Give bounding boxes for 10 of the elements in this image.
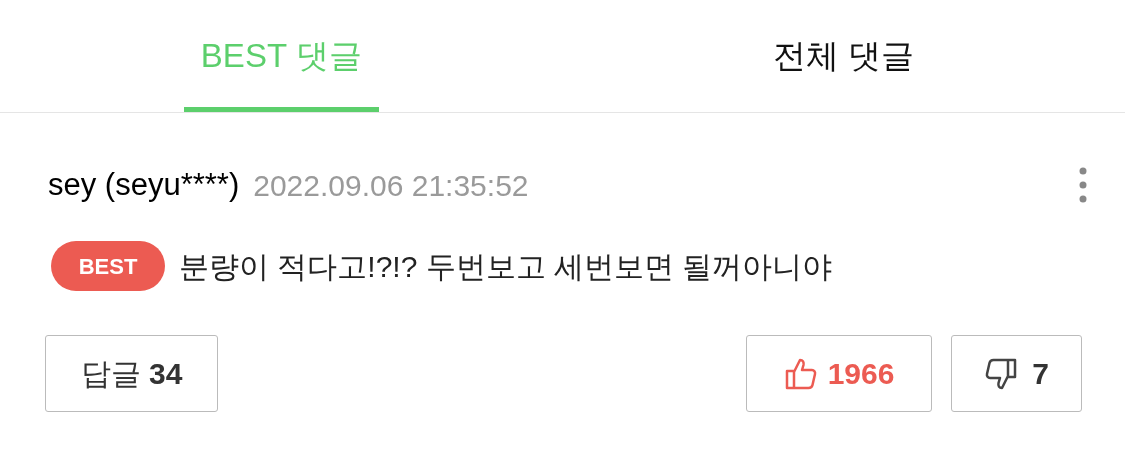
thumbs-up-icon xyxy=(783,356,818,391)
best-badge: BEST xyxy=(51,241,165,291)
more-icon[interactable] xyxy=(1079,167,1087,203)
comment-text: 분량이 적다고!?!? 두번보고 세번보면 될꺼아니야 xyxy=(179,248,833,285)
tab[interactable]: 전체 댓글 xyxy=(562,0,1125,112)
timestamp: 2022.09.06 21:35:52 xyxy=(253,167,529,204)
dislike-button[interactable]: 7 xyxy=(951,335,1082,412)
author-name: sey (seyu****) xyxy=(48,165,240,204)
reply-button[interactable]: 답글 34 xyxy=(45,335,218,412)
thumbs-down-icon xyxy=(984,356,1019,391)
